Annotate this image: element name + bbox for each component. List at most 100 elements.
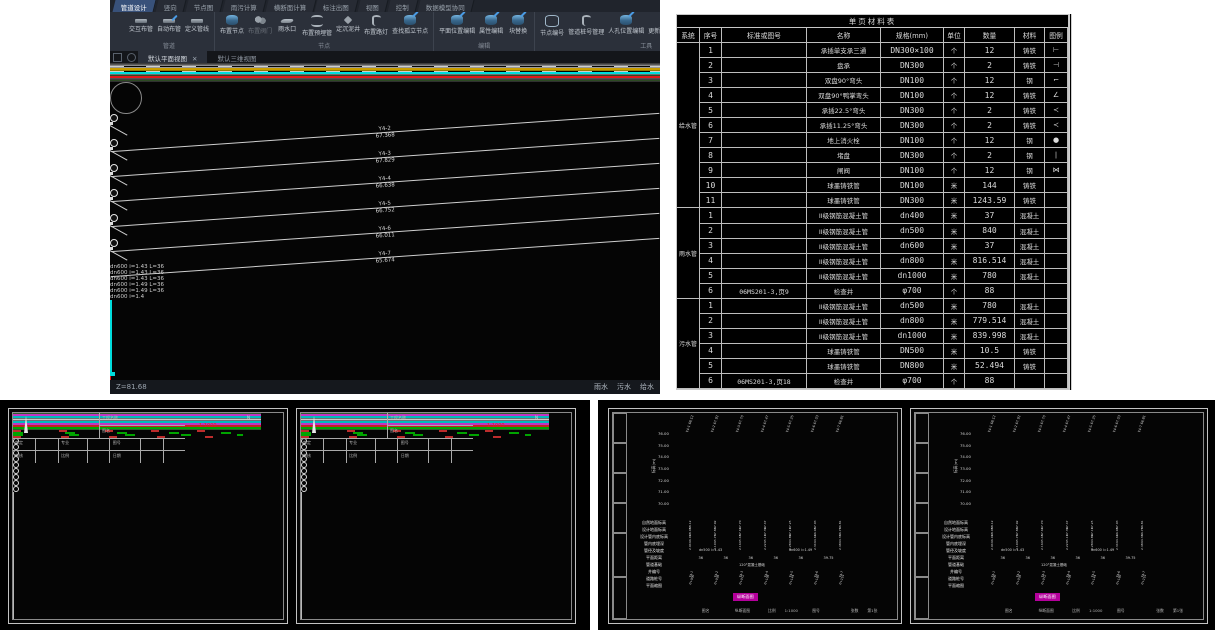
ribbon-group-buttons: 交互布管自动布管定义管线 [129,14,209,33]
table-cell-material: 铸铁 [1015,344,1045,359]
layer-toggle[interactable]: 给水 [640,383,654,391]
ribbon-tab-8[interactable]: 控制 [388,0,419,12]
profile-sheet: 第1张共1张76.0075.0074.0073.0072.0071.0070.0… [910,408,1208,624]
ribbon-button[interactable]: 人孔位置编辑 [608,14,644,35]
title-strip-label: 图名 [702,608,710,614]
table-cell-material [1015,374,1045,389]
ribbon-button-label: 管道桩号管理 [568,27,604,36]
north-label: N [247,415,250,420]
ribbon-button[interactable]: 布置节点 [220,14,244,35]
ribbon-button[interactable]: 布置预埋管 [302,14,332,37]
titleblock-project-label: 工程名称 [390,415,406,421]
drawing-canvas[interactable]: Y4-267.368Y4-367.829Y4-466.638Y4-566.752… [110,63,660,380]
table-cell-qty: 12 [965,88,1015,103]
crossing-road-edge [301,610,302,620]
ribbon-button[interactable]: 更新节点模型 [648,14,660,35]
table-cell-unit: 个 [944,133,965,148]
titleblock-cell-label: 审核 [15,453,23,459]
ribbon-group-buttons: 平面位置编辑属性编辑块替换 [439,14,529,35]
view-tab-2[interactable]: 默认三维视图 [207,51,266,63]
table-cell-seq: 2 [700,314,722,329]
ribbon-button[interactable]: 定沉泥井 [336,14,360,33]
ribbon-group-label: 工具 [540,41,660,50]
ribbon-button[interactable]: 定义管线 [185,14,209,33]
ribbon-button[interactable]: 查找孤立节点 [392,14,428,35]
ribbon-button[interactable]: 布置阀门 [248,14,272,35]
profile-row-label: 自然地面标高 [629,519,679,526]
ribbon-tab-2[interactable]: 竖向 [156,0,187,12]
ribbon-tab-4[interactable]: 雨污计算 [222,0,266,12]
ribbon-tab-1[interactable]: 管道设计 [113,0,157,12]
stake-manage-icon [582,15,591,26]
ribbon-button[interactable]: 雨水口 [276,14,298,33]
table-cell-spec: DN100 [881,163,944,178]
table-cell-unit: 个 [944,163,965,178]
legend-symbol: ⌐ [1045,73,1068,88]
layout-grid-icon[interactable] [113,53,122,62]
pipe-node [110,114,118,122]
silt-well-icon [344,16,352,24]
ribbon-button[interactable]: 交互布管 [129,14,153,33]
table-cell-standard [722,103,807,118]
table-cell-seq: 4 [700,254,722,269]
title-block-line [387,425,473,426]
ribbon-tab-7[interactable]: 视图 [358,0,389,12]
ribbon-tab-6[interactable]: 标注出图 [315,0,359,12]
table-cell-qty: 1243.59 [965,193,1015,208]
ribbon-button[interactable]: 平面位置编辑 [439,14,475,35]
close-icon[interactable]: ✕ [192,55,197,63]
profile-value: 2.04 [688,543,692,550]
block-replace-icon [512,15,524,25]
table-cell-qty: 2 [965,148,1015,163]
ribbon-button[interactable]: 节点编号 [540,14,564,37]
manhole-circle [110,82,142,114]
pipe-icon [135,19,147,23]
profile-row-label: 设计地面标高 [629,526,679,533]
ribbon-tab-label: 数据模型协同 [426,2,465,12]
crossing-road-edge [13,492,14,520]
title-strip-label: 比例 [768,608,776,614]
table-cell-seq: 5 [700,359,722,374]
table-cell-material: 混凝土 [1015,299,1045,314]
table-cell-seq: 4 [700,344,722,359]
station-label: Y4-1 68.12 [987,415,996,433]
ribbon-tab-label: 横断面计算 [273,2,306,12]
title-strip-label: 1:1000 [1089,608,1102,613]
table-cell-standard [722,239,807,254]
layer-toggle[interactable]: 雨水 [594,383,608,391]
title-strip-label: 张数 [851,608,859,614]
table-cell-spec: DN300 [881,118,944,133]
layer-toggle[interactable]: 污水 [617,383,631,391]
profile-value: 65.17 [763,534,767,543]
table-cell-unit: 个 [944,88,965,103]
title-block-line [451,438,452,463]
title-block-line [35,438,36,463]
table-cell-seq: 6 [700,374,722,389]
ribbon-button[interactable]: 块替换 [507,14,529,35]
table-cell-material: 铸铁 [1015,88,1045,103]
ribbon-button[interactable]: 属性编辑 [479,14,503,35]
ribbon-tab-label: 视图 [366,2,379,12]
ribbon-tab-3[interactable]: 节点图 [186,0,223,12]
table-cell-standard [722,88,807,103]
table-cell-seq: 8 [700,148,722,163]
viewport-icon[interactable] [127,53,136,62]
distance-value: 36 [749,556,753,560]
profile-value: 2.34 [1115,543,1119,550]
station-label: Y4-4 67.47 [1062,415,1071,433]
table-cell-seq: 2 [700,58,722,73]
view-tab-1[interactable]: 默认平面视图✕ [138,51,207,63]
ribbon-button[interactable]: 管道桩号管理 [568,14,604,36]
table-cell-spec: dn1000 [881,329,944,344]
ribbon-tab-5[interactable]: 横断面计算 [265,0,315,12]
table-cell-name: 盘承 [807,58,881,73]
ribbon-tab-9[interactable]: 数据模型协同 [418,0,475,12]
ribbon-button-label: 更新节点模型 [648,26,660,35]
profile-row-label: 管内底埋深 [629,540,679,547]
table-cell-spec: dn400 [881,208,944,223]
ribbon-button[interactable]: 自动布管 [157,14,181,33]
plan-label-chips [13,430,243,432]
table-cell-seq: 11 [700,193,722,208]
sheet-caption: 纵断面图 [1035,593,1060,601]
ribbon-button[interactable]: 布置路灯 [364,14,388,36]
